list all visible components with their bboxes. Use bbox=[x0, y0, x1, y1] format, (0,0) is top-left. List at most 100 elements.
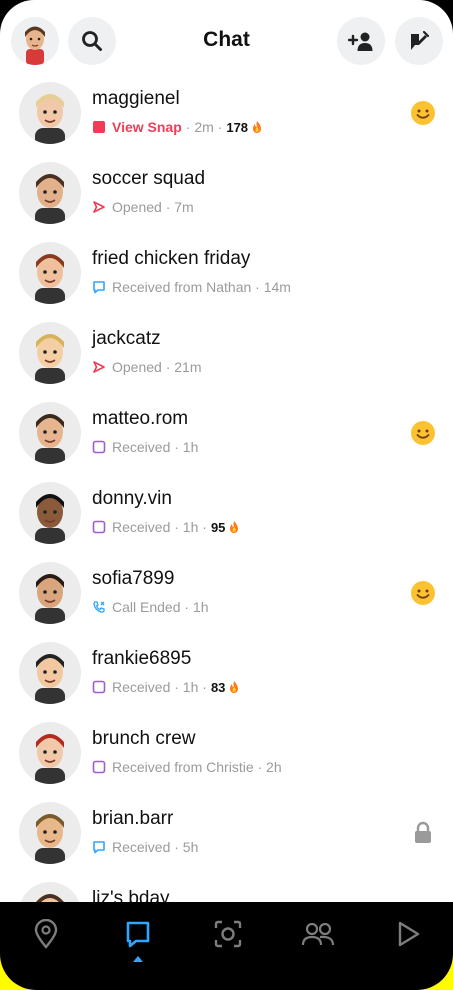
spotlight-icon bbox=[398, 921, 420, 947]
avatar[interactable] bbox=[19, 882, 81, 902]
fire-streak-icon bbox=[230, 681, 239, 693]
chat-screen: Chat maggienel View Snap · 2m · 178 soccer s… bbox=[0, 0, 453, 902]
chat-icon bbox=[126, 921, 150, 948]
chat-status: Received from Christie · 2h bbox=[92, 759, 282, 775]
chat-row[interactable]: sofia7899 Call Ended · 1h bbox=[0, 558, 453, 638]
camera-icon bbox=[214, 920, 242, 948]
lock-icon bbox=[415, 821, 431, 843]
smiley-emoji-icon bbox=[411, 421, 435, 445]
chat-row[interactable]: jackcatz Opened · 21m bbox=[0, 318, 453, 398]
active-tab-indicator bbox=[133, 956, 143, 962]
chat-right-indicator bbox=[410, 820, 436, 846]
received-square-icon bbox=[92, 520, 106, 534]
chat-status: Received from Nathan · 14m bbox=[92, 279, 291, 295]
chat-status: View Snap · 2m · 178 bbox=[92, 119, 263, 135]
chat-row[interactable]: donny.vin Received · 1h · 95 bbox=[0, 478, 453, 558]
chat-tab[interactable] bbox=[120, 916, 156, 952]
bitmoji-avatar-icon bbox=[19, 562, 81, 624]
status-label: Received · 1h · bbox=[112, 519, 207, 535]
opened-arrow-icon bbox=[93, 201, 105, 213]
chat-status: Opened · 7m bbox=[92, 199, 194, 215]
bitmoji-avatar-icon bbox=[19, 882, 81, 902]
chat-status: Opened · 21m bbox=[92, 359, 202, 375]
chat-status: Received · 5h bbox=[92, 839, 198, 855]
chat-bubble-icon bbox=[93, 281, 105, 294]
status-label: Call Ended · 1h bbox=[112, 599, 209, 615]
chat-row[interactable]: liz's bday bbox=[0, 878, 453, 902]
spotlight-tab[interactable] bbox=[390, 916, 426, 952]
chat-row[interactable]: maggienel View Snap · 2m · 178 bbox=[0, 78, 453, 158]
chat-right-indicator bbox=[410, 420, 436, 446]
new-chat-button[interactable] bbox=[395, 17, 443, 65]
chat-row[interactable]: fried chicken friday Received from Nathan… bbox=[0, 238, 453, 318]
received-square-icon bbox=[92, 440, 106, 454]
avatar[interactable] bbox=[19, 322, 81, 384]
call-ended-icon bbox=[93, 601, 105, 613]
chat-right-indicator bbox=[410, 580, 436, 606]
fire-streak-icon bbox=[253, 121, 262, 133]
map-tab[interactable] bbox=[28, 916, 64, 952]
status-label: Received from Christie · 2h bbox=[112, 759, 282, 775]
avatar[interactable] bbox=[19, 642, 81, 704]
status-time: · 2m · bbox=[185, 119, 223, 135]
bitmoji-avatar-icon bbox=[19, 642, 81, 704]
avatar[interactable] bbox=[19, 82, 81, 144]
camera-tab[interactable] bbox=[210, 916, 246, 952]
bitmoji-avatar-icon bbox=[19, 322, 81, 384]
friends-tab[interactable] bbox=[300, 916, 336, 952]
chat-name: brian.barr bbox=[92, 808, 174, 829]
avatar[interactable] bbox=[19, 562, 81, 624]
bitmoji-avatar-icon bbox=[19, 802, 81, 864]
streak-count: 95 bbox=[210, 519, 226, 535]
status-label: Received · 1h · bbox=[112, 679, 207, 695]
avatar[interactable] bbox=[19, 242, 81, 304]
chat-status: Received · 1h · 95 bbox=[92, 519, 240, 535]
chat-bubble-icon bbox=[93, 841, 105, 854]
chat-row[interactable]: brian.barr Received · 5h bbox=[0, 798, 453, 878]
add-friend-icon bbox=[348, 32, 373, 51]
chat-row[interactable]: frankie6895 Received · 1h · 83 bbox=[0, 638, 453, 718]
streak-count: 178 bbox=[226, 119, 249, 135]
bottom-nav bbox=[0, 902, 453, 990]
chat-name: brunch crew bbox=[92, 728, 196, 749]
phone-frame: Chat maggienel View Snap · 2m · 178 soccer s… bbox=[0, 0, 453, 990]
avatar[interactable] bbox=[19, 802, 81, 864]
chat-name: soccer squad bbox=[92, 168, 206, 189]
bitmoji-avatar-icon bbox=[19, 242, 81, 304]
received-square-icon bbox=[92, 760, 106, 774]
bitmoji-avatar-icon bbox=[19, 162, 81, 224]
chat-name: liz's bday bbox=[92, 888, 170, 902]
avatar[interactable] bbox=[19, 162, 81, 224]
add-friend-button[interactable] bbox=[337, 17, 385, 65]
page-title: Chat bbox=[203, 28, 250, 51]
chat-status: Call Ended · 1h bbox=[92, 599, 209, 615]
fire-streak-icon bbox=[230, 521, 239, 533]
bitmoji-avatar-icon bbox=[19, 722, 81, 784]
bitmoji-avatar-icon bbox=[19, 402, 81, 464]
chat-right-indicator bbox=[410, 100, 436, 126]
status-label: View Snap bbox=[112, 119, 182, 135]
chat-row[interactable]: matteo.rom Received · 1h bbox=[0, 398, 453, 478]
avatar[interactable] bbox=[19, 402, 81, 464]
status-label: Opened · 21m bbox=[112, 359, 202, 375]
avatar[interactable] bbox=[19, 722, 81, 784]
smiley-emoji-icon bbox=[411, 581, 435, 605]
bitmoji-avatar-icon bbox=[19, 82, 81, 144]
bitmoji-avatar-icon bbox=[19, 482, 81, 544]
received-square-icon bbox=[92, 680, 106, 694]
chat-name: donny.vin bbox=[92, 488, 172, 509]
chat-row[interactable]: brunch crew Received from Christie · 2h bbox=[0, 718, 453, 798]
map-icon bbox=[34, 919, 58, 949]
status-label: Opened · 7m bbox=[112, 199, 194, 215]
new-chat-icon bbox=[411, 30, 430, 50]
chat-name: fried chicken friday bbox=[92, 248, 251, 269]
chat-status: Received · 1h bbox=[92, 439, 198, 455]
status-label: Received · 1h bbox=[112, 439, 199, 455]
friends-icon bbox=[301, 922, 335, 946]
status-label: Received from Nathan · 14m bbox=[112, 279, 291, 295]
avatar[interactable] bbox=[19, 482, 81, 544]
chat-name: matteo.rom bbox=[92, 408, 189, 429]
chat-name: maggienel bbox=[92, 88, 180, 109]
chat-row[interactable]: soccer squad Opened · 7m bbox=[0, 158, 453, 238]
header: Chat bbox=[0, 0, 453, 78]
